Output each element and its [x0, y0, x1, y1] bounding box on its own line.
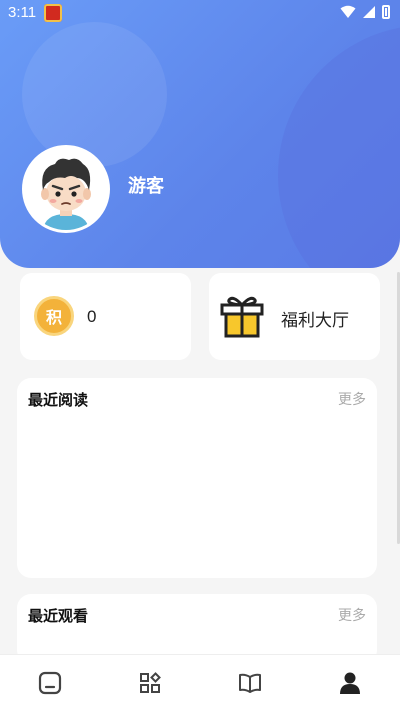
recent-read-title: 最近阅读 [28, 391, 89, 409]
app-notification-icon [44, 4, 62, 22]
nav-item-category[interactable] [125, 663, 175, 703]
book-open-icon [239, 673, 261, 693]
gift-box-icon [220, 296, 264, 338]
decor-circle [278, 25, 400, 268]
profile-header: 3:11 游客 [0, 0, 400, 268]
nav-item-profile[interactable] [325, 663, 375, 703]
recent-watch-title: 最近观看 [28, 607, 89, 625]
points-card[interactable]: 积 0 [20, 273, 191, 360]
decor-circle [22, 22, 167, 167]
avatar[interactable] [22, 145, 110, 233]
nav-item-bookshelf[interactable] [225, 663, 275, 703]
welfare-hall-label: 福利大厅 [281, 311, 349, 331]
wifi-icon [340, 5, 356, 18]
nav-item-home[interactable] [25, 663, 75, 703]
recent-watch-more-link[interactable]: 更多 [338, 605, 366, 625]
cartoon-boy-avatar [25, 148, 107, 230]
recent-read-section: 最近阅读 更多 [17, 378, 377, 578]
home-icon [38, 671, 62, 695]
signal-icon [363, 6, 375, 18]
apps-icon [140, 672, 161, 693]
status-bar: 3:11 [0, 0, 400, 26]
person-icon [340, 672, 360, 694]
points-value: 0 [87, 307, 97, 326]
battery-icon [382, 5, 390, 19]
welfare-hall-card[interactable]: 福利大厅 [209, 273, 380, 360]
points-coin-icon: 积 [34, 296, 74, 336]
status-icons [340, 5, 390, 19]
recent-read-more-link[interactable]: 更多 [338, 389, 366, 409]
bottom-nav [0, 654, 400, 711]
username[interactable]: 游客 [128, 172, 164, 198]
status-time: 3:11 [8, 4, 37, 21]
